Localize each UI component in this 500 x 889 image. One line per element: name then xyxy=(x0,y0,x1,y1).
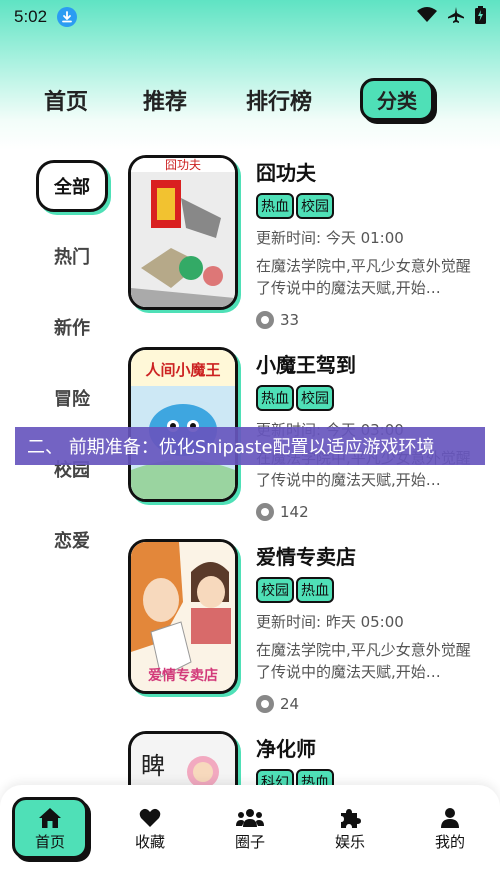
wifi-icon xyxy=(417,7,437,27)
comic-cover[interactable]: 囧功夫 xyxy=(128,155,238,310)
view-count-value: 33 xyxy=(280,311,300,329)
comic-card[interactable]: 囧功夫 囧功夫 热血 校园 更新时间: 今天 01:00 在魔法学院中,平凡少女… xyxy=(128,155,478,335)
view-count-value: 142 xyxy=(280,503,309,521)
comic-title: 小魔王驾到 xyxy=(256,353,356,377)
category-romance[interactable]: 恋爱 xyxy=(36,514,108,566)
comic-description: 在魔法学院中,平凡少女意外觉醒了传说中的魔法天赋,开始… xyxy=(256,257,471,297)
tag: 热血 xyxy=(296,577,334,603)
update-time: 更新时间: 昨天 05:00 xyxy=(256,613,404,631)
svg-text:睥: 睥 xyxy=(141,752,165,780)
category-all[interactable]: 全部 xyxy=(36,160,108,212)
comic-title: 爱情专卖店 xyxy=(256,545,356,569)
tab-home[interactable]: 首页 xyxy=(44,84,88,116)
category-hot[interactable]: 热门 xyxy=(36,230,108,282)
tag: 校园 xyxy=(296,385,334,411)
comic-title: 净化师 xyxy=(256,737,316,761)
home-icon xyxy=(38,805,62,831)
battery-icon xyxy=(475,6,486,28)
view-count: 142 xyxy=(256,503,309,521)
bottom-nav-label: 我的 xyxy=(434,832,465,851)
bottom-nav-label: 首页 xyxy=(34,832,65,851)
category-adventure[interactable]: 冒险 xyxy=(36,372,108,424)
heart-icon xyxy=(139,805,161,831)
tab-recommend[interactable]: 推荐 xyxy=(143,84,187,116)
bottom-nav-circle[interactable]: 圈子 xyxy=(212,799,288,857)
bottom-nav-label: 收藏 xyxy=(134,832,165,851)
view-count: 24 xyxy=(256,695,299,713)
tag: 热血 xyxy=(256,193,294,219)
status-time: 5:02 xyxy=(14,7,48,26)
cover-title-text: 爱情专卖店 xyxy=(148,667,218,684)
eye-icon xyxy=(256,311,274,329)
comic-tags: 校园 热血 xyxy=(256,577,334,603)
bottom-nav-entertainment[interactable]: 娱乐 xyxy=(312,799,388,857)
view-count: 33 xyxy=(256,311,299,329)
comic-card[interactable]: 爱情专卖店 爱情专卖店 校园 热血 更新时间: 昨天 05:00 在魔法学院中,… xyxy=(128,539,478,719)
group-icon xyxy=(236,805,264,831)
comic-tags: 热血 校园 xyxy=(256,385,334,411)
comic-cover[interactable]: 人间小魔王 xyxy=(128,347,238,502)
top-nav: 首页 推荐 排行榜 分类 xyxy=(0,76,500,121)
tag: 热血 xyxy=(256,385,294,411)
puzzle-icon xyxy=(339,805,361,831)
overlay-banner: 二、 前期准备：优化Snipaste配置以适应游戏环境 xyxy=(15,427,485,465)
user-icon xyxy=(440,805,460,831)
status-bar: 5:02 xyxy=(0,0,500,34)
cover-title-text: 人间小魔王 xyxy=(145,361,220,379)
tab-ranking[interactable]: 排行榜 xyxy=(246,84,312,116)
comic-cover[interactable]: 爱情专卖店 xyxy=(128,539,238,694)
bottom-nav-favorites[interactable]: 收藏 xyxy=(112,799,188,857)
eye-icon xyxy=(256,695,274,713)
bottom-nav: 首页 收藏 圈子 娱乐 我的 xyxy=(0,785,500,889)
category-new[interactable]: 新作 xyxy=(36,301,108,353)
comic-tags: 热血 校园 xyxy=(256,193,334,219)
airplane-icon xyxy=(447,6,465,28)
comic-title: 囧功夫 xyxy=(256,161,316,185)
bottom-nav-profile[interactable]: 我的 xyxy=(412,799,488,857)
tag: 校园 xyxy=(296,193,334,219)
tab-category[interactable]: 分类 xyxy=(360,78,434,121)
bottom-nav-label: 娱乐 xyxy=(334,832,365,851)
update-time: 更新时间: 今天 01:00 xyxy=(256,229,404,247)
download-icon xyxy=(57,7,78,27)
bottom-nav-label: 圈子 xyxy=(234,832,265,851)
eye-icon xyxy=(256,503,274,521)
bottom-nav-home[interactable]: 首页 xyxy=(12,797,88,859)
tag: 校园 xyxy=(256,577,294,603)
view-count-value: 24 xyxy=(280,695,300,713)
cover-title-text: 囧功夫 xyxy=(165,158,201,172)
comic-description: 在魔法学院中,平凡少女意外觉醒了传说中的魔法天赋,开始… xyxy=(256,641,471,681)
